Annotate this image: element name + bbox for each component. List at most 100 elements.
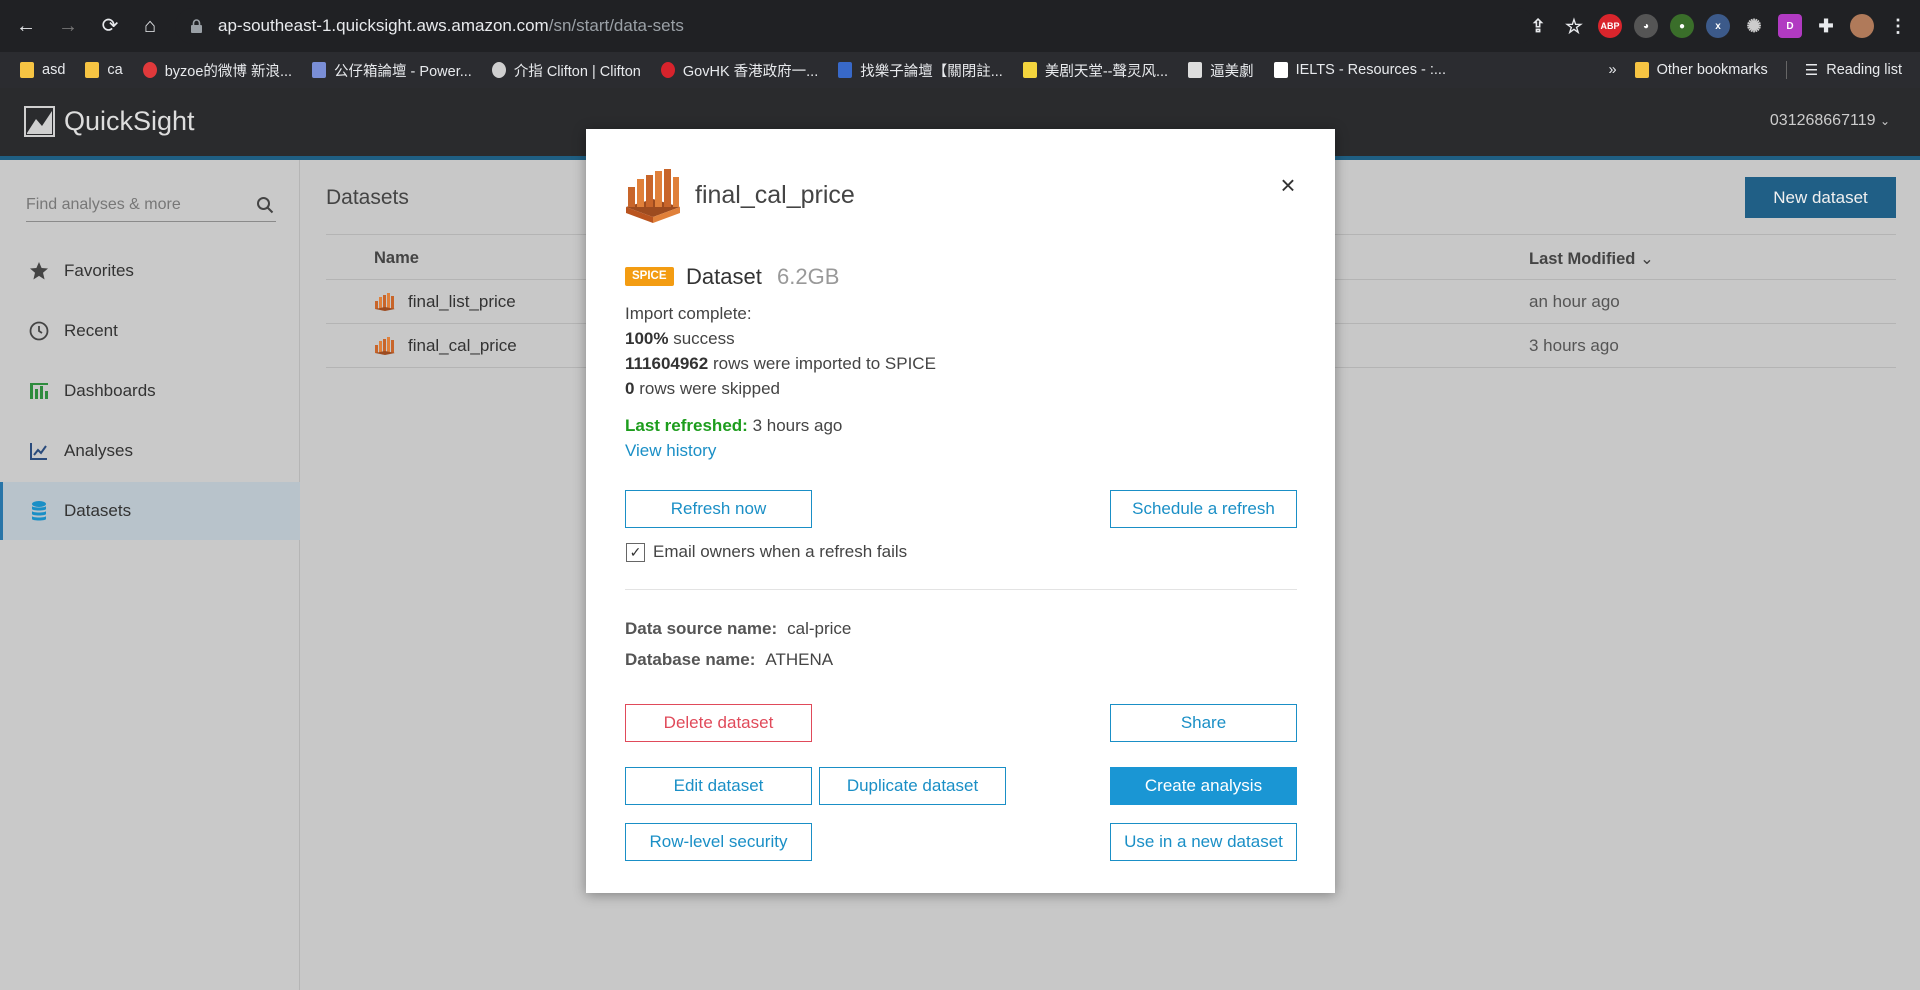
- line-chart-icon: [28, 440, 50, 462]
- last-modified: 3 hours ago: [1529, 336, 1619, 355]
- spice-badge: SPICE: [625, 267, 674, 286]
- sidebar-item-label: Dashboards: [64, 381, 156, 400]
- data-source-value: cal-price: [787, 619, 852, 638]
- sidebar-item-datasets[interactable]: Datasets: [0, 482, 300, 540]
- bookmark-item[interactable]: byzoe的微博 新浪...: [142, 60, 293, 81]
- folder-icon: [20, 62, 34, 78]
- bookmark-item[interactable]: 逼美劇: [1188, 60, 1254, 81]
- create-analysis-button[interactable]: Create analysis: [1110, 767, 1297, 805]
- bookmark-item[interactable]: 美剧天堂--聲灵风...: [1022, 60, 1169, 81]
- folder-icon: [1634, 62, 1649, 78]
- sidebar-item-label: Favorites: [64, 261, 134, 280]
- reading-list-icon: ☰: [1804, 62, 1819, 79]
- bookmark-item[interactable]: 公仔箱論壇 - Power...: [312, 60, 472, 81]
- bookmark-label: byzoe的微博 新浪...: [164, 63, 293, 80]
- success-text: success: [673, 329, 735, 348]
- spice-dataset-icon: [375, 293, 395, 311]
- divider: [1785, 61, 1787, 79]
- reload-icon[interactable]: ⟳: [96, 12, 124, 40]
- divider: [625, 589, 1297, 590]
- database-icon: [28, 500, 50, 522]
- email-owners-checkbox[interactable]: ✓: [626, 543, 645, 562]
- extension-icon[interactable]: ●: [1670, 14, 1694, 38]
- duplicate-dataset-button[interactable]: Duplicate dataset: [819, 767, 1006, 805]
- chevron-down-icon: ⌄: [1639, 250, 1654, 268]
- database-value: ATHENA: [765, 650, 834, 669]
- reading-list[interactable]: ☰ Reading list: [1805, 61, 1902, 79]
- back-icon[interactable]: ←: [12, 12, 40, 40]
- schedule-refresh-button[interactable]: Schedule a refresh: [1110, 490, 1297, 528]
- avatar[interactable]: [1850, 14, 1874, 38]
- page-title: Datasets: [326, 186, 409, 209]
- bookmark-label: ca: [107, 62, 123, 78]
- email-owners-label[interactable]: Email owners when a refresh fails: [653, 542, 907, 562]
- search-input[interactable]: [26, 190, 236, 220]
- dataset-name: final_list_price: [408, 292, 516, 311]
- row-level-security-button[interactable]: Row-level security: [625, 823, 812, 861]
- share-icon[interactable]: ⇪: [1526, 14, 1550, 38]
- column-header-label: Last Modified: [1529, 250, 1636, 268]
- translate-icon[interactable]: x: [1706, 14, 1730, 38]
- menu-icon[interactable]: ⋮: [1886, 14, 1910, 38]
- share-button[interactable]: Share: [1110, 704, 1297, 742]
- bookmark-item[interactable]: GovHK 香港政府一...: [660, 60, 818, 81]
- adblock-icon[interactable]: ABP: [1598, 14, 1622, 38]
- forward-icon[interactable]: →: [54, 12, 82, 40]
- site-icon: [838, 62, 853, 78]
- import-success-line: 100% success: [625, 329, 735, 349]
- bookmark-label: 介指 Clifton | Clifton: [513, 63, 641, 80]
- search-box: [26, 190, 276, 222]
- success-percent: 100%: [625, 329, 669, 348]
- last-refreshed-label: Last refreshed:: [625, 416, 748, 435]
- sidebar: Favorites Recent Dashboards Analyses Dat…: [0, 160, 300, 990]
- rows-imported-count: 111604962: [625, 354, 709, 373]
- rows-skipped-text: rows were skipped: [639, 379, 780, 398]
- account-id: 031268667119: [1769, 112, 1876, 129]
- puzzle-icon[interactable]: ✚: [1814, 14, 1838, 38]
- folder-icon: [85, 62, 100, 78]
- dataset-name: final_cal_price: [408, 336, 517, 355]
- spice-dataset-icon: [375, 337, 395, 355]
- sidebar-item-dashboards[interactable]: Dashboards: [0, 362, 300, 420]
- delete-dataset-button[interactable]: Delete dataset: [625, 704, 812, 742]
- sidebar-item-recent[interactable]: Recent: [0, 302, 300, 360]
- use-in-new-dataset-button[interactable]: Use in a new dataset: [1110, 823, 1297, 861]
- app-title[interactable]: QuickSight: [64, 106, 195, 137]
- site-icon: [1273, 62, 1288, 78]
- modal-title: final_cal_price: [695, 181, 855, 209]
- bookmark-item[interactable]: asd: [20, 62, 65, 78]
- sidebar-item-favorites[interactable]: Favorites: [0, 242, 300, 300]
- bookmark-item[interactable]: 找樂子論壇【關閉註...: [838, 60, 1003, 81]
- column-header-name[interactable]: Name: [374, 249, 419, 268]
- account-menu[interactable]: 031268667119 ⌄: [1770, 112, 1890, 130]
- search-icon[interactable]: [256, 196, 274, 214]
- bookmark-label: 美剧天堂--聲灵风...: [1044, 63, 1169, 80]
- database-line: Database name: ATHENA: [625, 650, 833, 670]
- edit-dataset-button[interactable]: Edit dataset: [625, 767, 812, 805]
- refresh-now-button[interactable]: Refresh now: [625, 490, 812, 528]
- other-bookmarks[interactable]: Other bookmarks: [1634, 62, 1768, 78]
- column-header-last-modified[interactable]: Last Modified ⌄: [1529, 249, 1654, 269]
- new-dataset-button[interactable]: New dataset: [1745, 177, 1896, 218]
- extension-icon[interactable]: ✺: [1742, 14, 1766, 38]
- site-icon: [1022, 62, 1037, 78]
- home-icon[interactable]: ⌂: [136, 12, 164, 40]
- bookmarks-overflow-icon[interactable]: »: [1608, 62, 1616, 78]
- extension-icon[interactable]: ◕: [1634, 14, 1658, 38]
- view-history-link[interactable]: View history: [625, 441, 716, 461]
- bookmark-item[interactable]: ca: [85, 62, 123, 78]
- quicksight-logo-icon[interactable]: [24, 106, 55, 137]
- bookmark-item[interactable]: IELTS - Resources - :...: [1273, 62, 1446, 78]
- extension-d-icon[interactable]: D: [1778, 14, 1802, 38]
- bookmark-item[interactable]: 介指 Clifton | Clifton: [491, 60, 641, 81]
- sidebar-item-analyses[interactable]: Analyses: [0, 422, 300, 480]
- import-status: Import complete:: [625, 304, 752, 323]
- close-icon[interactable]: ×: [1274, 171, 1302, 199]
- sidebar-item-label: Datasets: [64, 501, 132, 520]
- weibo-icon: [142, 62, 157, 78]
- lock-icon: [191, 19, 202, 33]
- dashboard-icon: [28, 380, 50, 402]
- bookmark-star-icon[interactable]: ☆: [1562, 14, 1586, 38]
- reading-list-label: Reading list: [1826, 62, 1902, 78]
- url-text[interactable]: ap-southeast-1.quicksight.aws.amazon.com…: [218, 16, 684, 36]
